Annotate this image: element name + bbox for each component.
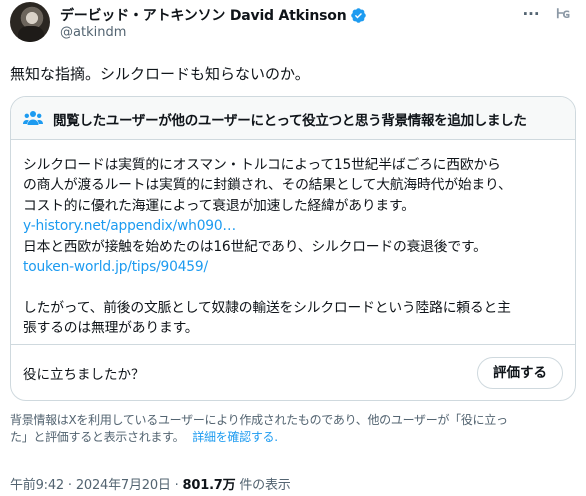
footnote-text: た」と評価すると表示されます。 [10, 430, 185, 444]
footnote-line-2: た」と評価すると表示されます。 詳細を確認する. [10, 429, 576, 446]
note-body-line: 張するのは無理があります。 [23, 320, 199, 337]
note-source-link[interactable]: y-history.net/appendix/wh090… [23, 216, 563, 236]
footnote-line: 背景情報はXを利用しているユーザーにより作成されたものであり、他のユーザーが「役… [10, 413, 508, 427]
rate-button[interactable]: 評価する [477, 357, 563, 389]
community-note-title: 閲覧したユーザーが他のユーザーにとって役立つと思う背景情報を追加しました [53, 113, 527, 129]
community-note-card: 閲覧したユーザーが他のユーザーにとって役立つと思う背景情報を追加しました シルク… [10, 96, 576, 401]
note-body-line: の商人が渡るルートは実質的に封鎖され、その結果として大航海時代が始まり、 [23, 177, 512, 194]
display-name[interactable]: デービッド・アトキンソン David Atkinson [60, 5, 347, 25]
note-rating-row: 役に立ちましたか？ 評価する [11, 344, 575, 400]
tweet-meta: 午前9:42 · 2024年7月20日 · 801.7万 件の表示 [10, 474, 291, 493]
tweet-time[interactable]: 午前9:42 [10, 478, 64, 493]
note-source-link[interactable]: touken-world.jp/tips/90459/ [23, 257, 563, 277]
author-name-row[interactable]: デービッド・アトキンソン David Atkinson [60, 5, 367, 25]
view-count: 801.7万 [182, 478, 236, 493]
note-footnote: 背景情報はXを利用しているユーザーにより作成されたものであり、他のユーザーが「役… [10, 412, 576, 446]
community-note-body: シルクロードは実質的にオスマン・トルコによって15世紀半ばごろに西欧から の商人… [23, 155, 563, 339]
verified-badge-icon [350, 7, 367, 24]
author-handle[interactable]: @atkindm [60, 25, 126, 40]
note-body-line: シルクロードは実質的にオスマン・トルコによって15世紀半ばごろに西欧から [23, 157, 501, 173]
tweet-date[interactable]: 2024年7月20日 [76, 478, 171, 493]
note-body-line: コスト的に優れた海運によって衰退が加速した経緯があります。 [23, 197, 415, 214]
learn-more-link[interactable]: 詳細を確認する. [192, 430, 278, 444]
rate-question: 役に立ちましたか？ [23, 367, 145, 383]
tweet-header: デービッド・アトキンソン David Atkinson @atkindm ···… [10, 2, 576, 46]
meta-separator: · [170, 478, 183, 493]
meta-separator: · [64, 478, 76, 493]
community-people-icon [23, 110, 43, 126]
avatar[interactable] [10, 2, 50, 42]
tweet-text: 無知な指摘。シルクロードも知らないのか。 [10, 65, 310, 83]
community-note-header: 閲覧したユーザーが他のユーザーにとって役立つと思う背景情報を追加しました [11, 97, 575, 140]
view-count-label: 件の表示 [235, 478, 291, 493]
note-body-line: 日本と西欧が接触を始めたのは16世紀であり、シルクロードの衰退後です。 [23, 238, 487, 255]
grok-icon[interactable]: Ꮀɢ [552, 6, 574, 24]
more-options-icon[interactable]: ··· [520, 6, 542, 24]
note-body-line: したがって、前後の文脈として奴隷の輸送をシルクロードという陸路に頼ると主 [23, 299, 511, 316]
note-body-spacer [23, 277, 563, 297]
